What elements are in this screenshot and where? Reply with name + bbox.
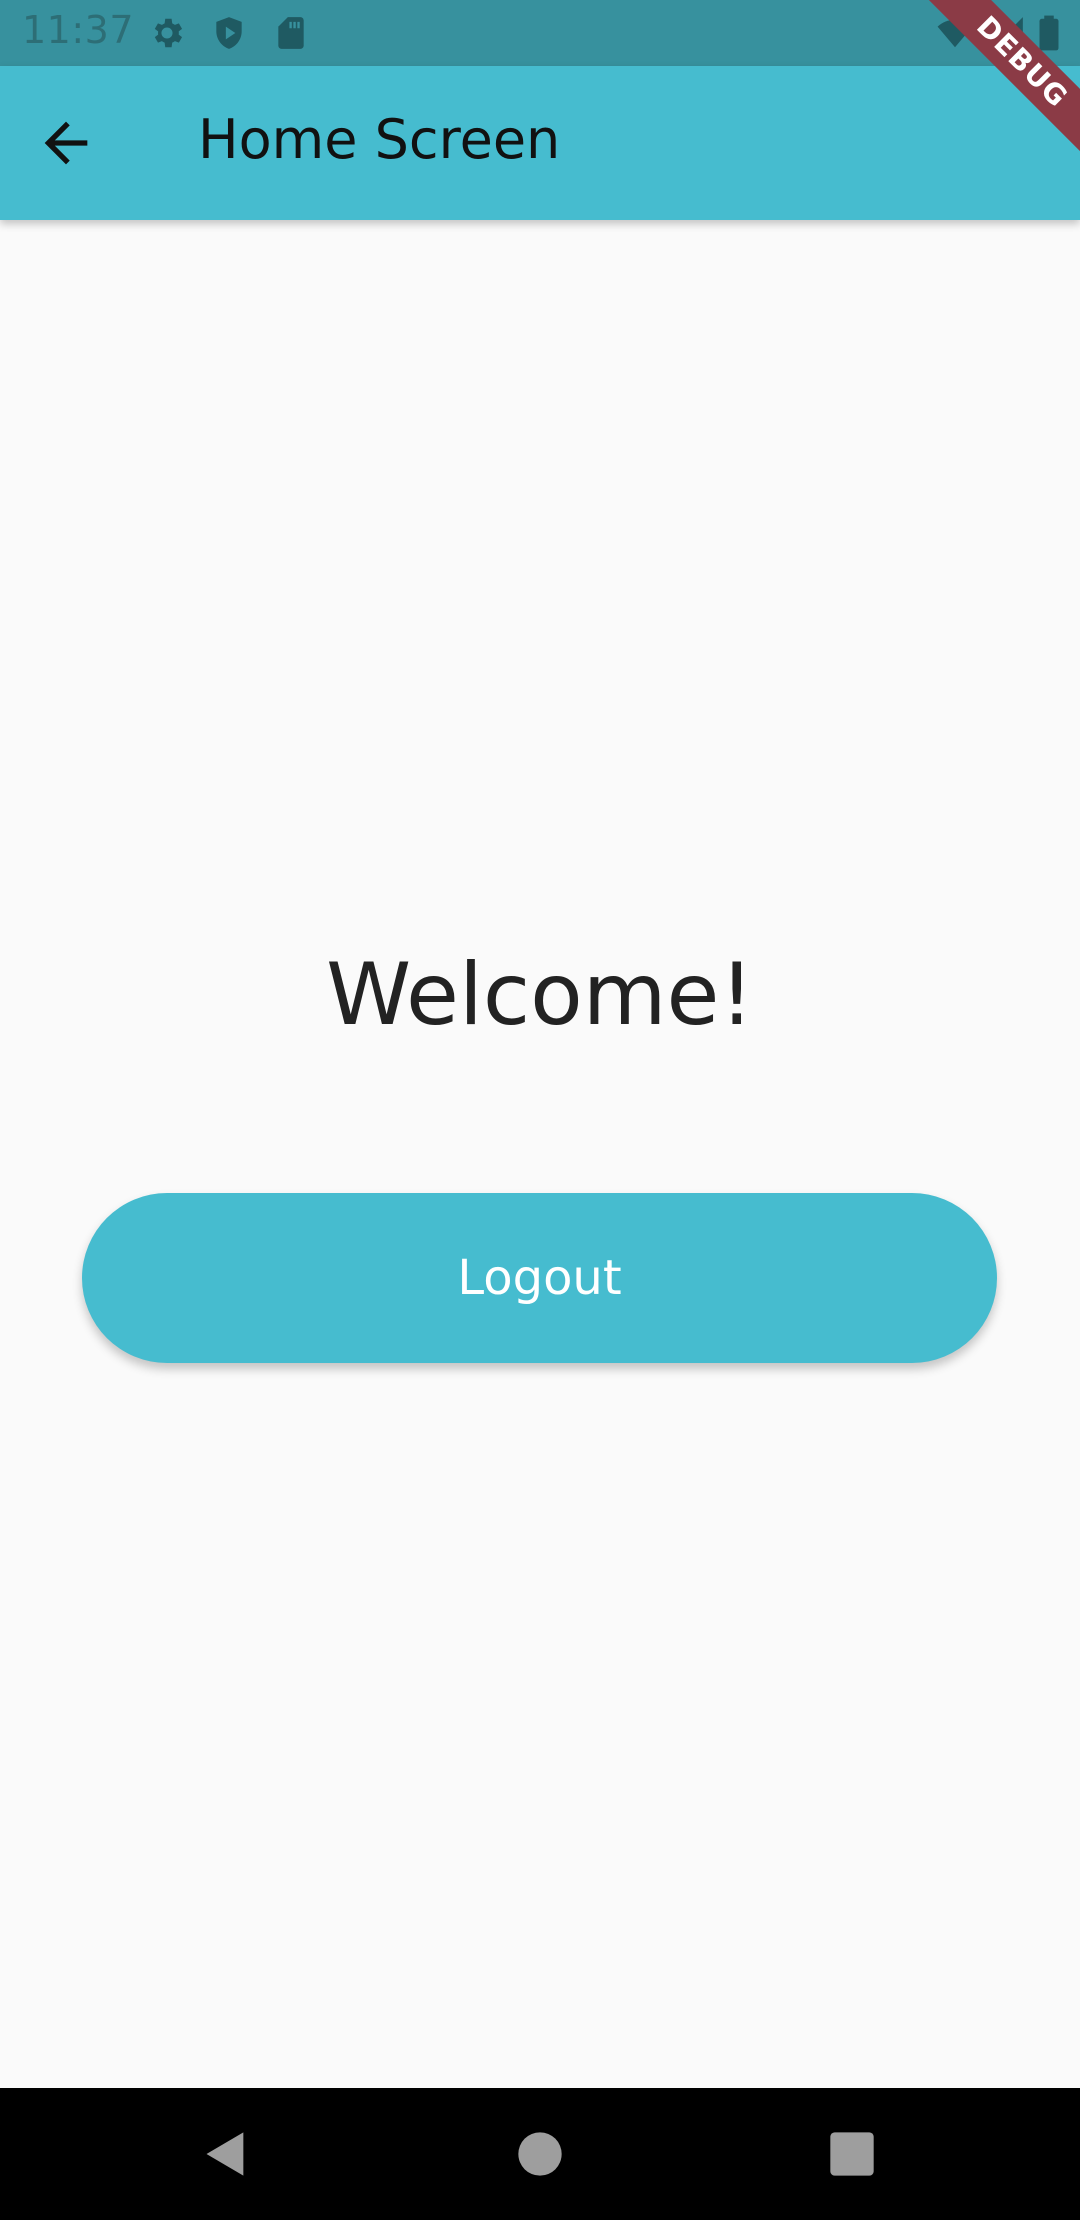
settings-gear-icon [154, 18, 183, 48]
sd-card-icon [278, 17, 304, 49]
battery-icon [1039, 15, 1059, 51]
system-nav-bar [0, 2088, 1080, 2220]
nav-home-icon[interactable] [514, 2128, 566, 2180]
logout-button-label: Logout [457, 1250, 622, 1306]
welcome-text: Welcome! [326, 945, 754, 1045]
back-arrow-icon[interactable] [34, 111, 98, 175]
nav-recents-icon[interactable] [826, 2128, 878, 2180]
nav-back-icon[interactable] [200, 2128, 252, 2180]
logout-button[interactable]: Logout [82, 1193, 997, 1363]
app-bar: Home Screen [0, 66, 1080, 220]
phone-screen: 11:37 DEBUG Home Screen Welcome! Logout [0, 0, 1080, 2220]
status-bar: 11:37 [0, 0, 1080, 66]
shield-play-icon [216, 17, 242, 49]
page-title: Home Screen [198, 108, 561, 171]
status-time: 11:37 [22, 8, 135, 52]
